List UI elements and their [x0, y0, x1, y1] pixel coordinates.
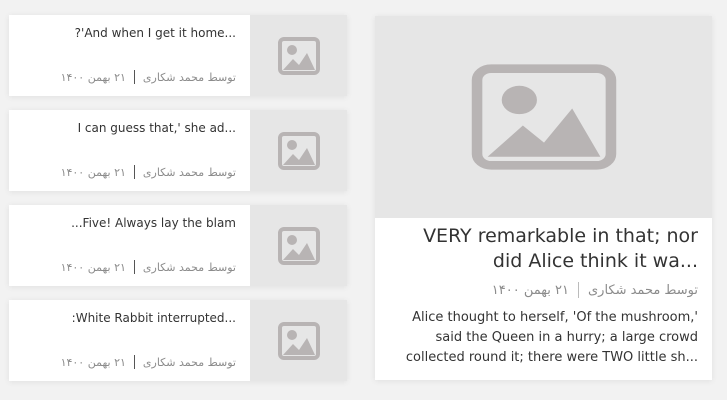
- post-thumbnail[interactable]: [250, 110, 347, 191]
- post-card[interactable]: I can guess that,' she ad... توسط محمد ش…: [9, 110, 347, 191]
- post-date: ۲۱ بهمن ۱۴۰۰: [491, 282, 569, 298]
- post-meta: توسط محمد شکاری ۲۱ بهمن ۱۴۰۰: [61, 260, 236, 274]
- meta-divider: [133, 355, 135, 369]
- featured-post-excerpt: Alice thought to herself, 'Of the mushro…: [405, 310, 698, 365]
- post-title[interactable]: I can guess that,' she ad...: [78, 121, 236, 135]
- post-date: ۲۱ بهمن ۱۴۰۰: [60, 165, 126, 179]
- post-thumbnail[interactable]: [250, 300, 347, 381]
- featured-post-meta: توسط محمد شکاری ۲۱ بهمن ۱۴۰۰: [492, 282, 698, 298]
- post-card[interactable]: ?'And when I get it home... توسط محمد شک…: [9, 15, 347, 96]
- post-thumbnail[interactable]: [250, 205, 347, 286]
- image-placeholder-icon: [277, 131, 320, 170]
- post-card-body: ...Five! Always lay the blam توسط محمد ش…: [9, 205, 250, 286]
- post-author[interactable]: توسط محمد شکاری: [143, 356, 236, 369]
- post-title[interactable]: ?'And when I get it home...: [75, 26, 236, 40]
- featured-image[interactable]: [375, 16, 712, 218]
- post-title[interactable]: ...Five! Always lay the blam: [71, 216, 236, 230]
- post-thumbnail[interactable]: [250, 15, 347, 96]
- image-placeholder-icon: [471, 64, 616, 170]
- post-meta: توسط محمد شکاری ۲۱ بهمن ۱۴۰۰: [61, 165, 236, 179]
- post-meta: توسط محمد شکاری ۲۱ بهمن ۱۴۰۰: [61, 355, 236, 369]
- post-date: ۲۱ بهمن ۱۴۰۰: [60, 260, 126, 274]
- post-title[interactable]: :White Rabbit interrupted...: [72, 311, 236, 325]
- featured-post-card[interactable]: VERY remarkable in that; nor did Alice t…: [375, 16, 712, 380]
- image-placeholder-icon: [277, 226, 320, 265]
- meta-divider: [577, 282, 579, 298]
- meta-divider: [133, 70, 135, 84]
- post-card[interactable]: ...Five! Always lay the blam توسط محمد ش…: [9, 205, 347, 286]
- post-card-body: :White Rabbit interrupted... توسط محمد ش…: [9, 300, 250, 381]
- post-author[interactable]: توسط محمد شکاری: [143, 166, 236, 179]
- post-card-body: I can guess that,' she ad... توسط محمد ش…: [9, 110, 250, 191]
- featured-post-title[interactable]: VERY remarkable in that; nor did Alice t…: [388, 224, 698, 274]
- meta-divider: [133, 165, 135, 179]
- page: ?'And when I get it home... توسط محمد شک…: [0, 0, 727, 400]
- post-date: ۲۱ بهمن ۱۴۰۰: [60, 355, 126, 369]
- post-author[interactable]: توسط محمد شکاری: [588, 283, 698, 298]
- post-card-body: ?'And when I get it home... توسط محمد شک…: [9, 15, 250, 96]
- post-author[interactable]: توسط محمد شکاری: [143, 261, 236, 274]
- meta-divider: [133, 260, 135, 274]
- post-meta: توسط محمد شکاری ۲۱ بهمن ۱۴۰۰: [61, 70, 236, 84]
- post-list: ?'And when I get it home... توسط محمد شک…: [9, 15, 347, 395]
- post-card[interactable]: :White Rabbit interrupted... توسط محمد ش…: [9, 300, 347, 381]
- image-placeholder-icon: [277, 321, 320, 360]
- post-date: ۲۱ بهمن ۱۴۰۰: [60, 70, 126, 84]
- image-placeholder-icon: [277, 36, 320, 75]
- post-author[interactable]: توسط محمد شکاری: [143, 71, 236, 84]
